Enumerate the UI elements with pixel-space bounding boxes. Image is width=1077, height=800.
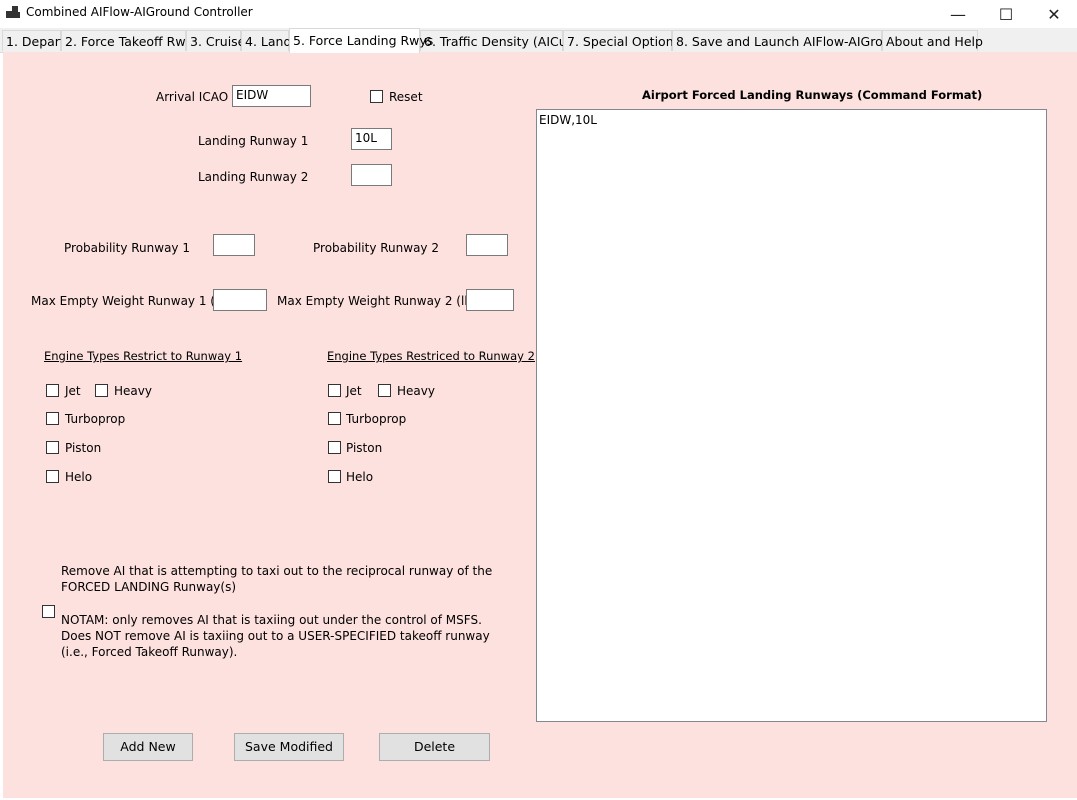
reset-label: Reset	[389, 90, 423, 104]
probability-runway-2-input[interactable]	[466, 234, 508, 256]
arrival-icao-input[interactable]: EIDW	[232, 85, 311, 107]
rwy1-helo-checkbox[interactable]	[46, 470, 59, 483]
landing-runway-2-label: Landing Runway 2	[198, 170, 309, 184]
tab-special-options[interactable]: 7. Special Options	[563, 30, 680, 51]
reset-checkbox[interactable]	[370, 90, 383, 103]
add-new-button[interactable]: Add New	[103, 733, 193, 761]
max-empty-weight-runway-1-label: Max Empty Weight Runway 1 (lbs	[31, 294, 233, 308]
rwy2-heavy-label: Heavy	[397, 384, 435, 398]
rwy2-piston-label: Piston	[346, 441, 383, 455]
rwy2-helo-checkbox[interactable]	[328, 470, 341, 483]
max-empty-weight-runway-1-input[interactable]	[213, 289, 267, 311]
window-title: Combined AIFlow-AIGround Controller	[26, 5, 253, 19]
arrival-icao-label: Arrival ICAO	[156, 90, 229, 104]
max-empty-weight-runway-2-input[interactable]	[466, 289, 514, 311]
rwy1-jet-checkbox[interactable]	[46, 384, 59, 397]
rwy1-jet-label: Jet	[65, 384, 81, 398]
rwy2-piston-checkbox[interactable]	[328, 441, 341, 454]
rwy1-helo-label: Helo	[65, 470, 93, 484]
rwy2-heavy-checkbox[interactable]	[378, 384, 391, 397]
engine-types-runway-1-header: Engine Types Restrict to Runway 1	[44, 349, 243, 363]
remove-ai-checkbox[interactable]	[42, 605, 55, 618]
force-landing-panel: Arrival ICAO EIDW Reset Landing Runway 1…	[3, 52, 1077, 798]
rwy1-turboprop-checkbox[interactable]	[46, 412, 59, 425]
list-item[interactable]: EIDW,10L	[539, 113, 1044, 127]
rwy1-piston-checkbox[interactable]	[46, 441, 59, 454]
rwy2-turboprop-checkbox[interactable]	[328, 412, 341, 425]
rwy2-jet-checkbox[interactable]	[328, 384, 341, 397]
probability-runway-1-input[interactable]	[213, 234, 255, 256]
save-modified-button[interactable]: Save Modified	[234, 733, 344, 761]
close-button[interactable]: ✕	[1031, 0, 1077, 28]
landing-runway-2-input[interactable]	[351, 164, 392, 186]
delete-button[interactable]: Delete	[379, 733, 490, 761]
maximize-button[interactable]: ☐	[983, 0, 1029, 28]
rwy1-piston-label: Piston	[65, 441, 102, 455]
tab-depart[interactable]: 1. Depart	[2, 30, 65, 51]
tab-about-and-help[interactable]: About and Help	[882, 30, 983, 51]
rwy2-jet-label: Jet	[346, 384, 362, 398]
forced-landing-runways-list[interactable]: EIDW,10L	[536, 109, 1047, 722]
tab-strip: 1. Depart 2. Force Takeoff Rwys 3. Cruis…	[0, 28, 1077, 53]
rwy1-heavy-checkbox[interactable]	[95, 384, 108, 397]
landing-runway-1-input[interactable]: 10L	[351, 128, 392, 150]
landing-runway-1-label: Landing Runway 1	[198, 134, 309, 148]
tab-force-landing-rwys[interactable]: 5. Force Landing Rwys	[289, 28, 433, 53]
tab-cruise[interactable]: 3. Cruise	[186, 30, 245, 51]
minimize-button[interactable]: —	[935, 0, 981, 28]
tab-force-takeoff-rwys[interactable]: 2. Force Takeoff Rwys	[61, 30, 199, 51]
tab-traffic-density[interactable]: 6. Traffic Density (AICull)	[420, 30, 579, 51]
app-icon	[6, 6, 22, 20]
rwy1-heavy-label: Heavy	[114, 384, 152, 398]
rwy2-turboprop-label: Turboprop	[346, 412, 407, 426]
max-empty-weight-runway-2-label: Max Empty Weight Runway 2 (lbs)	[277, 294, 483, 308]
remove-ai-text: Remove AI that is attempting to taxi out…	[61, 564, 493, 594]
title-bar: Combined AIFlow-AIGround Controller — ☐ …	[0, 0, 1077, 28]
notam-text: NOTAM: only removes AI that is taxiing o…	[61, 613, 490, 659]
tab-save-and-launch[interactable]: 8. Save and Launch AIFlow-AIGround	[672, 30, 907, 51]
forced-landing-list-header: Airport Forced Landing Runways (Command …	[642, 88, 983, 102]
engine-types-runway-2-header: Engine Types Restriced to Runway 2	[327, 349, 535, 363]
probability-runway-2-label: Probability Runway 2	[313, 241, 439, 255]
rwy2-helo-label: Helo	[346, 470, 374, 484]
probability-runway-1-label: Probability Runway 1	[64, 241, 190, 255]
rwy1-turboprop-label: Turboprop	[65, 412, 126, 426]
tab-land[interactable]: 4. Land	[241, 30, 291, 51]
